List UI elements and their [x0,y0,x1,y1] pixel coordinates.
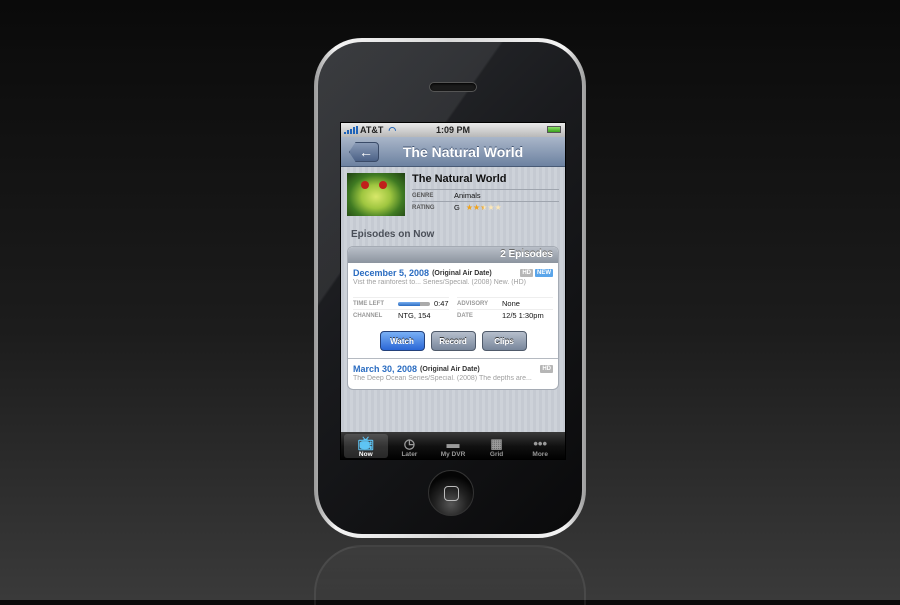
show-info: The Natural World GENRE Animals RATING G… [412,173,559,219]
tab-label: Now [358,451,373,458]
show-thumbnail [347,173,405,216]
hd-badge: HD [520,269,533,277]
content-area: The Natural World GENRE Animals RATING G… [341,167,565,432]
tab-grid[interactable]: ▦ Grid [475,434,519,459]
home-square-icon [443,485,459,501]
tab-label: Later [401,451,418,458]
genre-value: Animals [454,191,481,200]
hd-badge: HD [540,365,553,373]
tab-label: My DVR [440,451,466,458]
tab-later[interactable]: ◷ Later [388,434,432,459]
advisory-label: ADVISORY [457,300,489,307]
tab-label: More [532,451,548,458]
date-label: DATE [457,312,473,319]
tv-clock-icon: ◷ [403,436,416,451]
tab-bar: 📺︎ Now ◷ Later ▬ My DVR ▦ Grid ••• More [341,432,565,459]
iphone-device: AT&T ◠ 1:09 PM ← The Natural World The N… [314,38,586,538]
tab-more[interactable]: ••• More [518,434,562,459]
section-title: Episodes on Now [351,229,435,240]
new-badge: NEW [535,269,553,277]
home-button[interactable] [428,470,474,516]
rating-value: G [454,203,460,212]
star-icon: ★ [473,202,481,212]
tv-icon: 📺︎ [357,436,375,451]
episode-description: The Deep Ocean Series/Special. (2008) Th… [353,375,532,382]
time-left-label: TIME LEFT [353,300,384,307]
dvr-icon: ▬ [446,436,460,451]
star-rating: ★ ★ ★ ★ ★ [465,202,502,212]
record-button[interactable]: Record [430,331,476,351]
phone-reflection [314,545,586,605]
show-title: The Natural World [412,173,507,185]
tab-label: Grid [489,451,504,458]
date-value: 12/5 1:30pm [502,311,544,320]
watch-button[interactable]: Watch [379,331,425,351]
episode-details: TIME LEFT 0:47 ADVISORY None CHANNEL NTG… [353,297,553,321]
app-screen: AT&T ◠ 1:09 PM ← The Natural World The N… [340,122,566,460]
back-arrow-icon: ← [359,144,373,160]
time-left-value: 0:47 [434,299,449,308]
episode-date: December 5, 2008 [353,268,430,278]
grid-icon: ▦ [490,436,503,451]
phone-bezel: AT&T ◠ 1:09 PM ← The Natural World The N… [318,42,582,534]
episode-date: March 30, 2008 [353,364,418,374]
advisory-value: None [502,299,520,308]
episode-date-note: (Original Air Date) [420,365,480,373]
rating-label: RATING [412,204,435,211]
episode-item[interactable]: March 30, 2008 (Original Air Date) HD Th… [348,358,558,389]
tab-now[interactable]: 📺︎ Now [344,434,388,458]
more-icon: ••• [533,436,547,451]
episodes-card: 2 Episodes December 5, 2008 (Original Ai… [347,246,559,390]
navigation-bar: ← The Natural World [341,137,565,167]
status-bar: AT&T ◠ 1:09 PM [341,123,565,137]
star-icon: ★ [465,202,474,212]
clips-button[interactable]: Clips [481,331,527,351]
show-header: The Natural World GENRE Animals RATING G… [347,173,559,219]
tab-my-dvr[interactable]: ▬ My DVR [431,434,475,459]
episode-item[interactable]: December 5, 2008 (Original Air Date) HD … [348,263,558,358]
episode-count: 2 Episodes [348,247,558,263]
episode-date-note: (Original Air Date) [432,269,492,277]
episode-actions: Watch Record Clips [353,331,553,351]
status-time: 1:09 PM [435,125,470,135]
episode-description: Vist the rainforest to... Series/Special… [353,279,526,286]
time-left-progress-bar [398,301,430,306]
genre-label: GENRE [412,192,434,199]
channel-label: CHANNEL [353,312,383,319]
star-icon: ★ [480,202,488,212]
channel-value: NTG, 154 [398,311,431,320]
battery-icon [547,126,561,133]
rating-row: RATING G ★ ★ ★ ★ ★ [412,201,559,213]
star-icon: ★ [494,202,502,212]
genre-row: GENRE Animals [412,189,559,201]
star-icon: ★ [487,202,495,212]
earpiece-speaker [429,82,477,92]
